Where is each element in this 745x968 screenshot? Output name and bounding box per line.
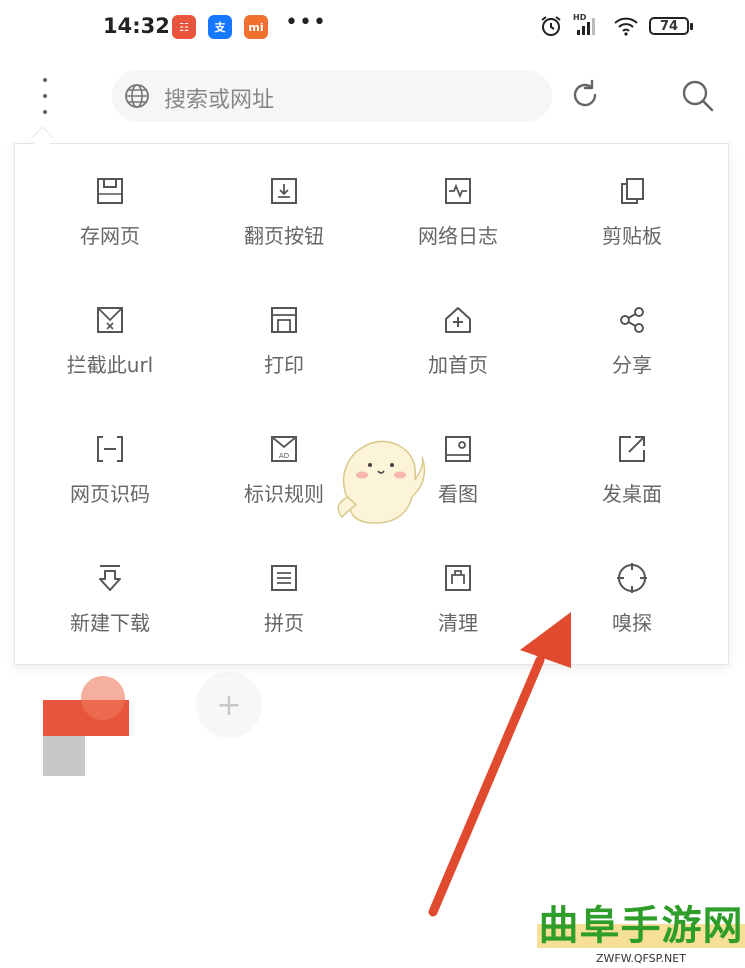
menu-item-clipboard[interactable]: 剪贴板 <box>545 174 719 303</box>
view-image-icon <box>445 436 471 462</box>
menu-item-label: 嗅探 <box>612 611 652 635</box>
save-page-icon <box>97 178 123 204</box>
ad-rule-icon: AD <box>271 436 297 462</box>
mascot-sticker <box>337 440 426 524</box>
app-badge-1: ☷ <box>172 15 196 39</box>
mi-badge: mi <box>244 15 268 39</box>
menu-item-network-log[interactable]: 网络日志 <box>371 174 545 303</box>
merge-pages-icon <box>271 565 297 591</box>
print-icon <box>271 307 297 333</box>
status-time: 14:32 <box>103 14 170 38</box>
clean-icon <box>445 565 471 591</box>
menu-item-label: 存网页 <box>80 224 140 248</box>
menu-item-label: 网络日志 <box>418 224 498 248</box>
more-menu-button[interactable] <box>36 78 54 114</box>
scan-code-icon <box>97 436 123 462</box>
share-icon <box>620 307 644 333</box>
menu-item-clean[interactable]: 清理 <box>371 561 545 690</box>
wifi-icon <box>614 17 638 36</box>
menu-item-label: 剪贴板 <box>602 224 662 248</box>
menu-item-label: 翻页按钮 <box>244 224 324 248</box>
menu-item-label: 分享 <box>612 353 652 377</box>
clipboard-icon <box>621 178 644 204</box>
menu-item-label: 新建下载 <box>70 611 150 635</box>
menu-item-print[interactable]: 打印 <box>197 303 371 432</box>
watermark-title: 曲阜手游网 <box>538 902 744 949</box>
alipay-badge: 支 <box>208 15 232 39</box>
status-icons: HD 74 <box>539 13 693 38</box>
menu-item-scan-code[interactable]: 网页识码 <box>23 432 197 561</box>
menu-item-label: 加首页 <box>428 353 488 377</box>
menu-item-label: 清理 <box>438 611 478 635</box>
signal-icon: HD <box>573 13 603 37</box>
address-bar[interactable]: 搜索或网址 <box>112 70 552 122</box>
add-home-icon <box>445 307 471 333</box>
menu-item-block-url[interactable]: 拦截此url <box>23 303 197 432</box>
refresh-icon[interactable] <box>568 78 602 112</box>
menu-item-send-desktop[interactable]: 发桌面 <box>545 432 719 561</box>
page-turn-icon <box>271 178 297 204</box>
menu-item-label: 打印 <box>264 353 304 377</box>
tools-menu-grid: 存网页 翻页按钮 网络日志 剪贴板 拦截此url 打印 加首页 分享 网页识码 … <box>23 174 719 690</box>
menu-item-label: 看图 <box>438 482 478 506</box>
menu-item-label: 网页识码 <box>70 482 150 506</box>
menu-item-new-download[interactable]: 新建下载 <box>23 561 197 690</box>
block-url-icon <box>97 307 123 333</box>
alarm-icon <box>541 16 561 36</box>
watermark-logo: 曲阜手游网 ZWFW.QFSP.NET <box>537 904 745 968</box>
tools-menu: 存网页 翻页按钮 网络日志 剪贴板 拦截此url 打印 加首页 分享 网页识码 … <box>14 143 729 665</box>
search-icon[interactable] <box>680 78 716 114</box>
menu-item-label: 拼页 <box>264 611 304 635</box>
network-log-icon <box>445 178 471 204</box>
status-bar: 14:32 ☷ 支 mi ••• HD 74 <box>0 0 745 58</box>
battery-indicator: 74 <box>649 17 693 35</box>
watermark-url: ZWFW.QFSP.NET <box>596 952 686 965</box>
globe-icon <box>125 84 149 108</box>
menu-item-page-turn[interactable]: 翻页按钮 <box>197 174 371 303</box>
send-desktop-icon <box>619 436 645 462</box>
menu-item-label: 标识规则 <box>244 482 324 506</box>
menu-item-label: 发桌面 <box>602 482 662 506</box>
menu-item-share[interactable]: 分享 <box>545 303 719 432</box>
menu-item-merge-pages[interactable]: 拼页 <box>197 561 371 690</box>
address-placeholder: 搜索或网址 <box>164 88 275 113</box>
more-notifications-icon: ••• <box>285 10 327 35</box>
menu-item-save-page[interactable]: 存网页 <box>23 174 197 303</box>
menu-item-sniff[interactable]: 嗅探 <box>545 561 719 690</box>
shortcut-app-icon[interactable] <box>43 676 129 776</box>
menu-item-add-home[interactable]: 加首页 <box>371 303 545 432</box>
svg-text:AD: AD <box>279 452 289 460</box>
sniff-icon <box>617 563 647 593</box>
new-download-icon <box>99 565 121 591</box>
menu-item-label: 拦截此url <box>66 353 154 377</box>
